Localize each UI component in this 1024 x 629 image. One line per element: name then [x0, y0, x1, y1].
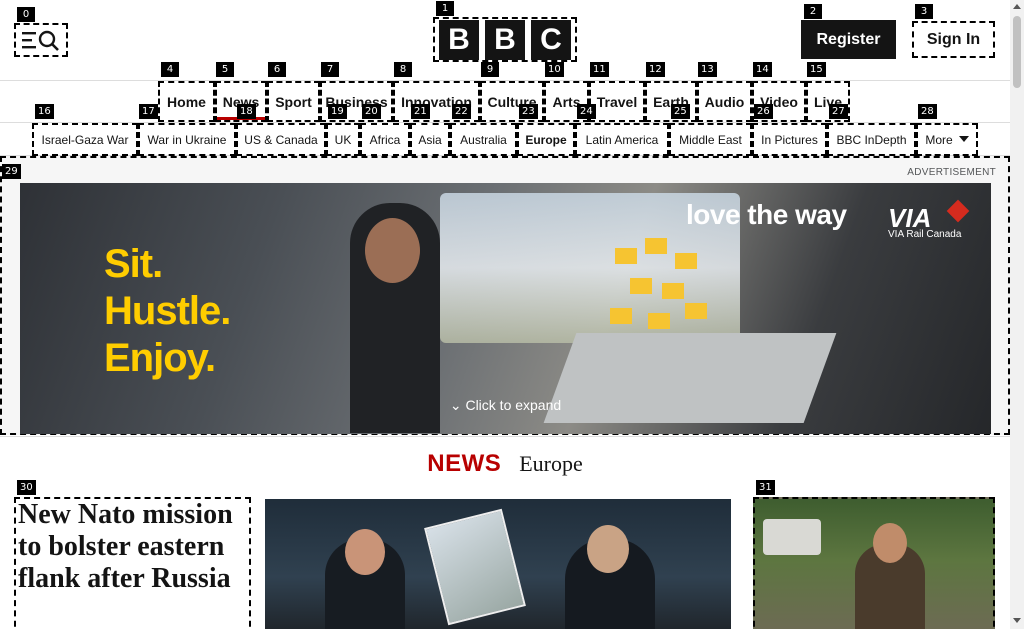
index-badge: 4 [161, 62, 179, 77]
index-badge: 3 [915, 4, 933, 19]
subnav-item-europe[interactable]: Europe [517, 123, 575, 156]
index-badge: 9 [481, 62, 499, 77]
index-badge: 17 [139, 104, 158, 119]
ad-sticky-note [675, 253, 697, 269]
index-badge: 24 [577, 104, 596, 119]
index-badge: 20 [362, 104, 381, 119]
index-badge: 26 [754, 104, 773, 119]
sign-in-button[interactable]: Sign In [912, 21, 995, 58]
subnav-item-latin-america[interactable]: Latin America [575, 123, 669, 156]
subnav-item-uk[interactable]: UK [326, 123, 360, 156]
logo-letter: B [485, 19, 525, 60]
nav-item-travel[interactable]: Travel [589, 81, 645, 122]
subnav-item-war-in-ukraine[interactable]: War in Ukraine [138, 123, 236, 156]
advertisement-label: ADVERTISEMENT [907, 167, 996, 178]
index-badge: 7 [321, 62, 339, 77]
index-badge: 22 [452, 104, 471, 119]
index-badge: 5 [216, 62, 234, 77]
bbc-europe-page: B B C Register Sign In Home News Sport B… [0, 0, 1024, 629]
subnav-item-australia[interactable]: Australia [450, 123, 517, 156]
image-face [873, 523, 907, 563]
side-story-image[interactable] [753, 497, 995, 629]
scroll-up-arrow-icon[interactable] [1013, 4, 1021, 9]
subnav-item-africa[interactable]: Africa [360, 123, 410, 156]
scroll-thumb[interactable] [1013, 16, 1021, 88]
subnav-more-label: More [925, 132, 953, 147]
index-badge: 6 [268, 62, 286, 77]
index-badge: 31 [756, 480, 775, 495]
index-badge: 29 [2, 164, 21, 179]
index-badge: 23 [519, 104, 538, 119]
site-header: B B C Register Sign In [0, 0, 1010, 81]
news-wordmark[interactable]: NEWS [427, 450, 501, 478]
ad-tagline: love the way [686, 199, 847, 230]
register-button[interactable]: Register [801, 20, 896, 59]
index-badge: 0 [17, 7, 35, 22]
chevron-down-icon: ⌄ [449, 397, 462, 413]
index-badge: 12 [646, 62, 665, 77]
index-badge: 16 [35, 104, 54, 119]
subnav-more-button[interactable]: More [916, 123, 978, 156]
lead-story-image[interactable] [265, 499, 731, 629]
ad-slogan-line: Enjoy. [104, 336, 216, 380]
logo-letter: B [439, 19, 479, 60]
ad-sticky-note [645, 238, 667, 254]
nav-item-sport[interactable]: Sport [267, 81, 320, 122]
page-scrollbar[interactable] [1010, 0, 1024, 629]
index-badge: 13 [698, 62, 717, 77]
image-van [763, 519, 821, 555]
subnav-item-bbc-indepth[interactable]: BBC InDepth [827, 123, 916, 156]
nav-item-audio[interactable]: Audio [697, 81, 752, 122]
caret-down-icon [958, 136, 969, 142]
index-badge: 18 [237, 104, 256, 119]
image-face [587, 525, 629, 573]
index-badge: 15 [807, 62, 826, 77]
lead-story-headline[interactable]: New Nato mission to bolster eastern flan… [14, 497, 251, 629]
index-badge: 25 [671, 104, 690, 119]
maple-leaf-icon [946, 199, 970, 223]
ad-brand-name: VIA Rail Canada [888, 229, 962, 240]
ad-sticky-note [610, 308, 632, 324]
index-badge: 19 [328, 104, 347, 119]
index-badge: 11 [590, 62, 609, 77]
index-badge: 2 [804, 4, 822, 19]
index-badge: 1 [436, 1, 454, 16]
index-badge: 27 [829, 104, 848, 119]
nav-item-home[interactable]: Home [158, 81, 215, 122]
subnav-item-israel-gaza-war[interactable]: Israel-Gaza War [32, 123, 138, 156]
index-badge: 14 [753, 62, 772, 77]
bbc-logo[interactable]: B B C [433, 17, 577, 62]
scroll-down-arrow-icon[interactable] [1013, 618, 1021, 623]
logo-letter: C [531, 19, 571, 60]
index-badge: 8 [394, 62, 412, 77]
image-held-photo [424, 508, 526, 626]
advertisement-slot: ADVERTISEMENT Sit. Hustle. Enjoy. love t… [0, 156, 1010, 435]
section-header: NEWS Europe [0, 436, 1010, 490]
ad-sticky-note [615, 248, 637, 264]
subnav-item-asia[interactable]: Asia [410, 123, 450, 156]
secondary-nav: Israel-Gaza War War in Ukraine US & Cana… [0, 123, 1010, 156]
ad-slogan: Sit. Hustle. Enjoy. [104, 241, 231, 382]
ad-expand-label: Click to expand [465, 397, 562, 413]
ad-sticky-note [630, 278, 652, 294]
index-badge: 10 [545, 62, 564, 77]
subnav-item-in-pictures[interactable]: In Pictures [752, 123, 827, 156]
section-title: Europe [519, 450, 583, 476]
subnav-item-us-canada[interactable]: US & Canada [236, 123, 326, 156]
ad-expand-button[interactable]: ⌄ Click to expand [20, 397, 991, 414]
ad-slogan-line: Sit. [104, 242, 163, 286]
ad-sticky-note [662, 283, 684, 299]
subnav-item-middle-east[interactable]: Middle East [669, 123, 752, 156]
ad-banner[interactable]: Sit. Hustle. Enjoy. love the way VIA VIA… [20, 183, 991, 434]
ad-sticky-note [685, 303, 707, 319]
image-face [345, 529, 385, 575]
index-badge: 21 [411, 104, 430, 119]
index-badge: 30 [17, 480, 36, 495]
ad-person-face [365, 218, 420, 283]
menu-search-button[interactable] [14, 23, 68, 57]
ad-sticky-note [648, 313, 670, 329]
ad-slogan-line: Hustle. [104, 289, 231, 333]
index-badge: 28 [918, 104, 937, 119]
menu-search-icon [22, 30, 59, 51]
